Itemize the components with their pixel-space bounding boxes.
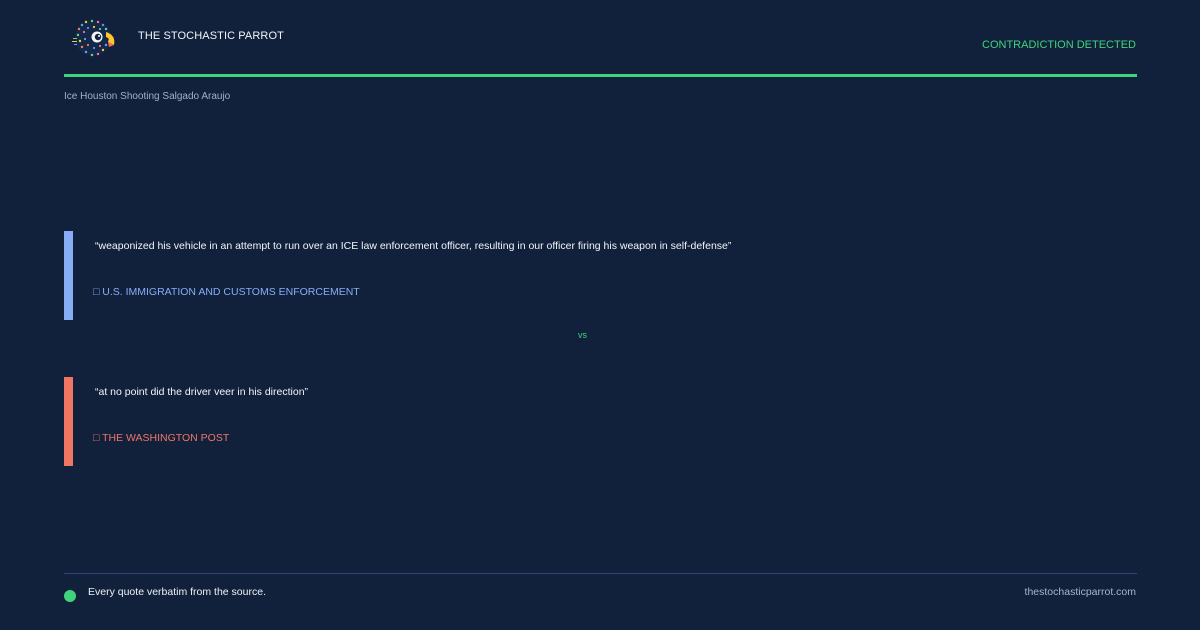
quote-text-2: “at no point did the driver veer in his … — [95, 386, 309, 398]
brand-name: THE STOCHASTIC PARROT — [138, 30, 284, 42]
footer-divider — [64, 573, 1137, 574]
site-link[interactable]: thestochasticparrot.com — [1025, 586, 1136, 598]
quote-source-2: □ THE WASHINGTON POST — [93, 432, 230, 444]
header-divider — [64, 74, 1137, 77]
quote-text-1: “weaponized his vehicle in an attempt to… — [95, 240, 732, 252]
footer-note: Every quote verbatim from the source. — [88, 586, 266, 598]
versus-separator: vs — [578, 330, 587, 340]
parrot-logo-icon — [70, 17, 118, 61]
quote-accent-bar-2 — [64, 377, 73, 466]
quote-card-2: “at no point did the driver veer in his … — [64, 377, 964, 466]
topic-title: Ice Houston Shooting Salgado Araujo — [64, 91, 231, 102]
green-dot-icon — [64, 590, 76, 602]
contradiction-status: CONTRADICTION DETECTED — [982, 39, 1136, 51]
quote-card-1: “weaponized his vehicle in an attempt to… — [64, 231, 964, 320]
quote-source-1: □ U.S. IMMIGRATION AND CUSTOMS ENFORCEME… — [93, 286, 360, 298]
quote-accent-bar-1 — [64, 231, 73, 320]
